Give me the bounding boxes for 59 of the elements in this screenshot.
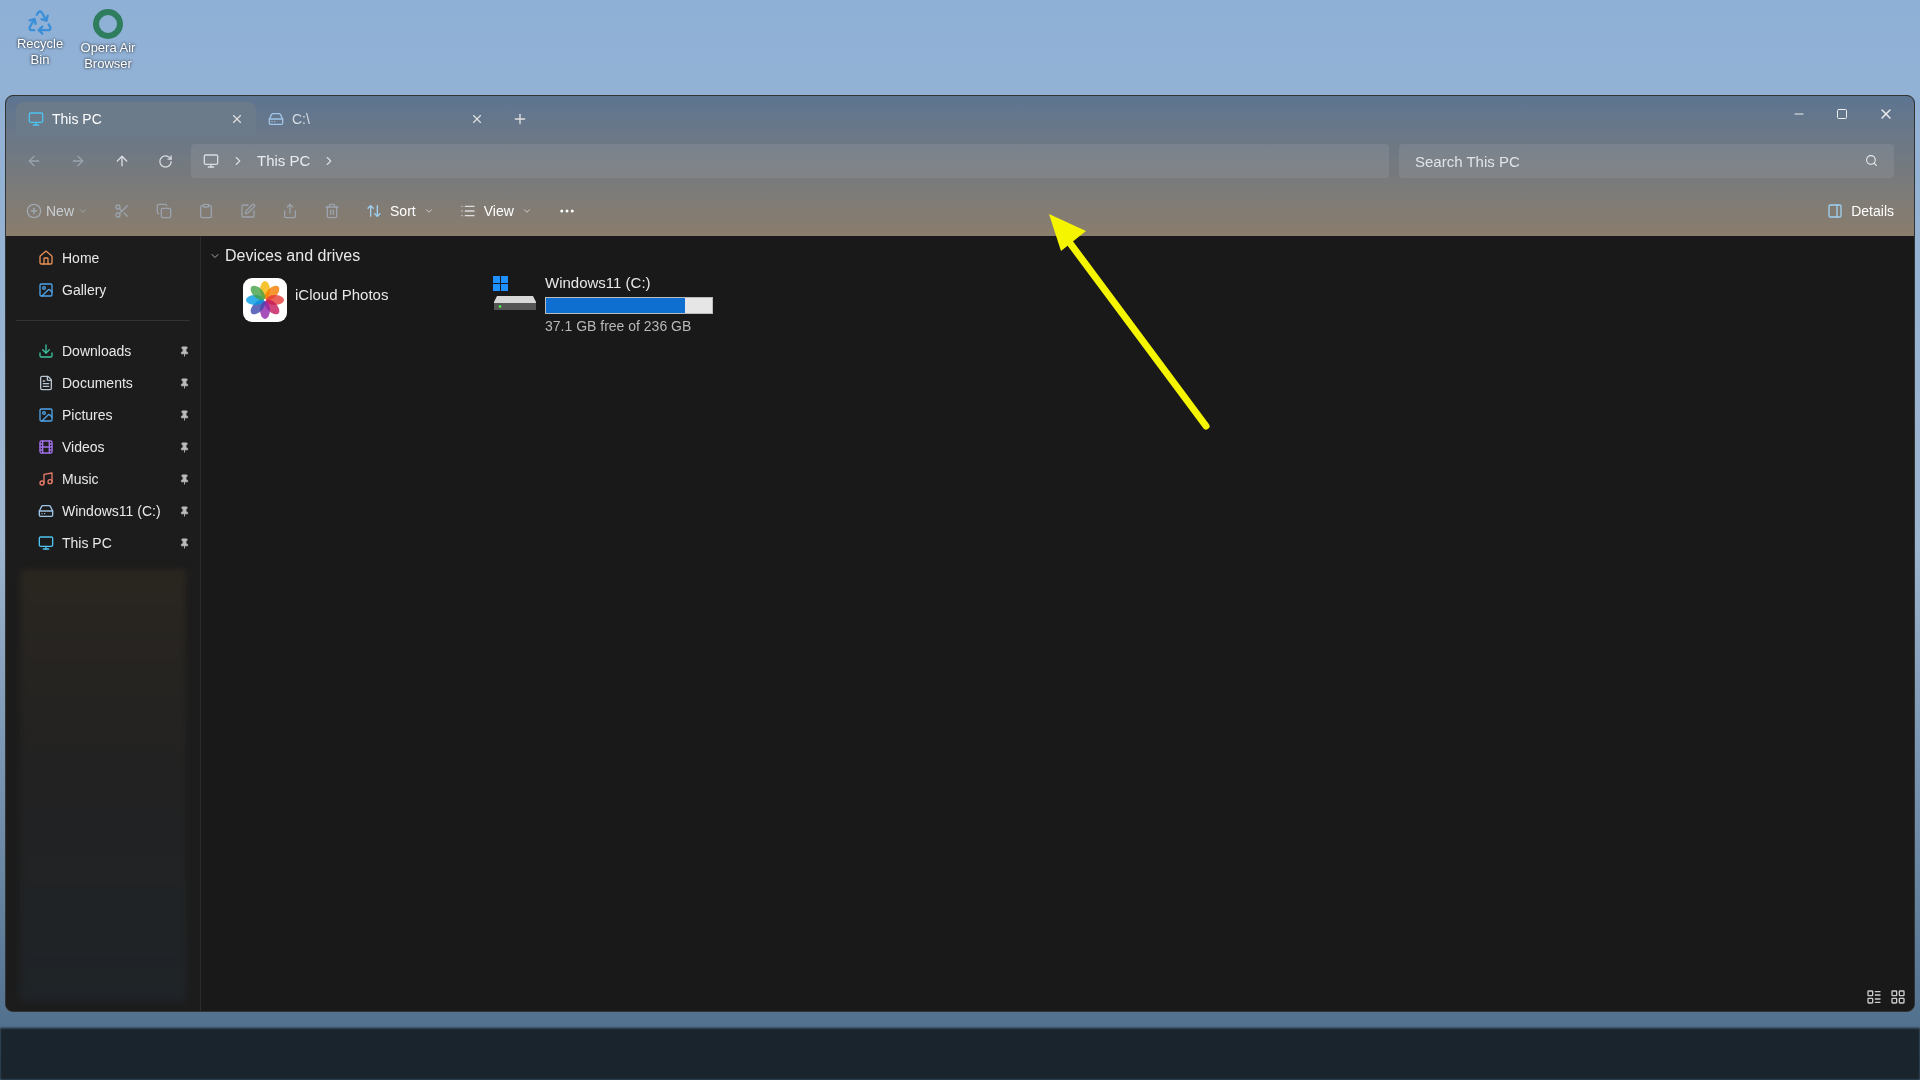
sidebar-item[interactable]: Videos [6, 431, 200, 463]
trash-icon[interactable] [324, 203, 340, 219]
plus-icon [26, 203, 42, 219]
recycle-bin-icon[interactable] [26, 8, 54, 36]
device-item[interactable]: iCloud Photos [243, 278, 463, 337]
drive-name: Windows11 (C:) [545, 273, 652, 293]
sort-icon [366, 203, 382, 219]
details-button[interactable]: Details [1827, 200, 1894, 222]
drive-icon [38, 503, 54, 519]
monitor-icon [38, 535, 54, 551]
ring-icon[interactable] [92, 8, 124, 40]
search-icon [1865, 154, 1878, 167]
copy-icon[interactable] [156, 203, 172, 219]
list-icon [459, 203, 476, 219]
cut-icon[interactable] [114, 203, 130, 219]
home-icon [38, 250, 54, 266]
new-tab-icon[interactable] [512, 111, 528, 127]
sidebar-item[interactable]: Pictures [6, 399, 200, 431]
document-icon [38, 375, 54, 391]
details-view-icon[interactable] [1866, 989, 1882, 1005]
monitor-icon [28, 111, 44, 127]
tiles-view-icon[interactable] [1890, 989, 1906, 1005]
close-tab-icon[interactable] [230, 112, 244, 126]
sidebar-item[interactable]: Documents [6, 367, 200, 399]
drive-item[interactable]: Windows11 (C:) 37.1 GB free of 236 GB [493, 272, 713, 337]
share-icon[interactable] [282, 203, 298, 219]
free-space-text: 37.1 GB free of 236 GB [545, 316, 693, 336]
paste-icon[interactable] [198, 203, 214, 219]
download-icon [38, 343, 54, 359]
rename-icon[interactable] [240, 203, 256, 219]
back-icon[interactable] [26, 153, 42, 169]
desktop-icon-label: Opera Air Browser [79, 40, 137, 72]
image-icon [38, 282, 54, 298]
film-icon [38, 439, 54, 455]
view-button[interactable]: View [459, 200, 532, 222]
music-note-icon [38, 471, 54, 487]
drive-icon [268, 111, 284, 127]
caret-icon [78, 206, 88, 216]
close-tab-icon[interactable] [470, 112, 484, 126]
caret-icon [521, 206, 532, 216]
monitor-icon [203, 153, 219, 169]
sort-button[interactable]: Sort [366, 200, 434, 222]
refresh-icon[interactable] [158, 153, 173, 169]
sidebar-item[interactable]: Music [6, 463, 200, 495]
forward-icon[interactable] [70, 153, 86, 169]
flower-icon [243, 278, 287, 322]
desktop-icon-label: Recycle Bin [15, 36, 65, 68]
section-header[interactable]: Devices and drives [209, 244, 1914, 268]
tab[interactable]: This PC [16, 102, 256, 136]
sidebar-item[interactable]: Gallery [6, 274, 200, 306]
caret-icon [423, 206, 434, 216]
maximize-icon[interactable] [1836, 108, 1848, 120]
sidebar-item[interactable]: Downloads [6, 335, 200, 367]
details-pane-icon [1827, 203, 1844, 219]
sidebar-item[interactable]: Home [6, 242, 200, 274]
sidebar-item[interactable]: This PC [6, 527, 200, 559]
sidebar-item[interactable]: Windows11 (C:) [6, 495, 200, 527]
image-icon [38, 407, 54, 423]
up-icon[interactable] [114, 153, 130, 169]
